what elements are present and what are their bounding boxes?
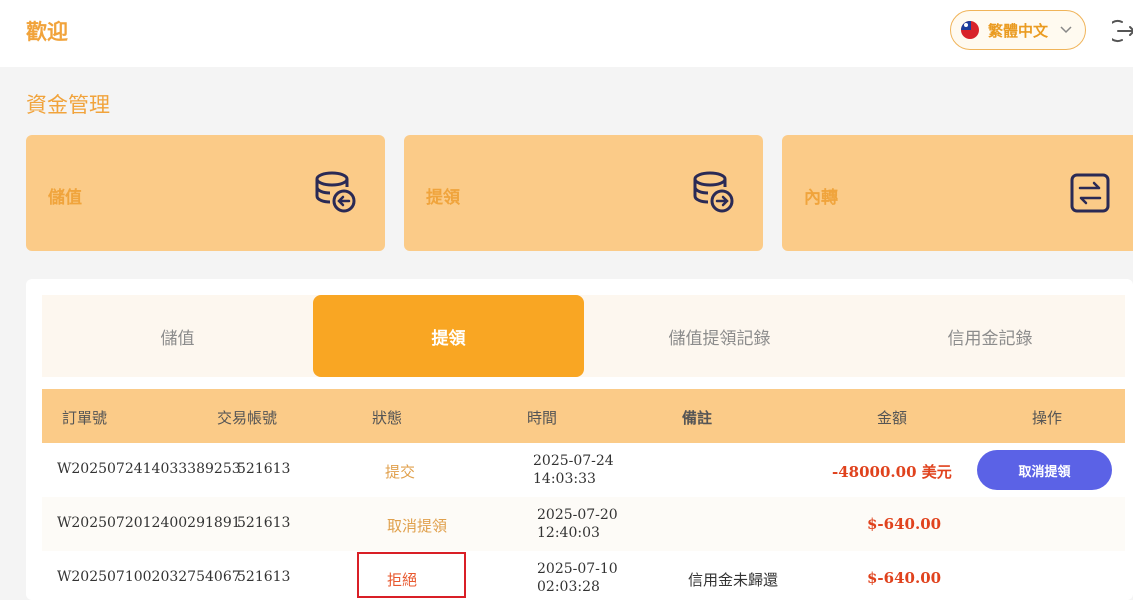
row-time: 12:40:03 xyxy=(537,525,600,541)
status-badge: 取消提領 xyxy=(387,517,448,535)
withdraw-card-label: 提領 xyxy=(426,188,460,208)
order-number: W2025072414033389253 xyxy=(57,461,241,477)
column-amount: 金額 xyxy=(877,409,908,427)
row-note: 信用金未歸還 xyxy=(688,571,779,589)
account-number: 521613 xyxy=(237,515,291,531)
table-row: W2025072414033389253 521613 提交 2025-07-2… xyxy=(42,443,1125,497)
logout-icon[interactable] xyxy=(1112,18,1133,44)
column-note: 備註 xyxy=(682,409,713,427)
row-amount: $-640.00 xyxy=(867,569,942,587)
tab-bar: 儲值 提領 儲值提領記錄 信用金記錄 xyxy=(42,295,1125,377)
row-time: 02:03:28 xyxy=(537,579,600,595)
taiwan-flag-icon xyxy=(961,21,979,39)
brand-title: 歡迎 xyxy=(26,20,68,44)
coins-deposit-icon xyxy=(315,171,356,213)
column-status: 狀態 xyxy=(372,409,403,427)
tab-credit-records[interactable]: 信用金記錄 xyxy=(855,295,1125,377)
page-title: 資金管理 xyxy=(26,93,110,117)
status-badge: 提交 xyxy=(385,463,416,481)
row-date: 2025-07-10 xyxy=(537,561,618,577)
order-number: W2025072012400291891 xyxy=(57,515,241,531)
top-bar: 歡迎 繁體中文 xyxy=(0,0,1133,67)
records-panel: 儲值 提領 儲值提領記錄 信用金記錄 訂單號 交易帳號 狀態 時間 備註 金額 … xyxy=(26,279,1133,600)
deposit-card[interactable]: 儲值 xyxy=(26,135,385,251)
chevron-down-icon xyxy=(1060,26,1072,34)
row-date: 2025-07-20 xyxy=(537,507,618,523)
column-time: 時間 xyxy=(527,409,558,427)
column-account: 交易帳號 xyxy=(217,409,278,427)
tab-withdraw[interactable]: 提領 xyxy=(313,295,584,377)
account-number: 521613 xyxy=(237,569,291,585)
cancel-withdraw-button[interactable]: 取消提領 xyxy=(977,450,1112,490)
order-number: W2025071002032754067 xyxy=(57,569,241,585)
withdraw-card[interactable]: 提領 xyxy=(404,135,763,251)
table-row: W2025072012400291891 521613 取消提領 2025-07… xyxy=(42,497,1125,551)
language-label: 繁體中文 xyxy=(988,21,1049,40)
row-amount: $-640.00 xyxy=(867,515,942,533)
transfer-card[interactable]: 內轉 xyxy=(782,135,1133,251)
account-number: 521613 xyxy=(237,461,291,477)
deposit-card-label: 儲值 xyxy=(48,188,82,208)
coins-withdraw-icon xyxy=(693,171,734,213)
column-order-number: 訂單號 xyxy=(62,409,108,427)
table-row: W2025071002032754067 521613 拒絕 2025-07-1… xyxy=(42,551,1125,600)
tab-deposit[interactable]: 儲值 xyxy=(42,295,313,377)
tab-deposit-withdraw-records[interactable]: 儲值提領記錄 xyxy=(584,295,855,377)
language-select[interactable]: 繁體中文 xyxy=(950,10,1086,50)
row-amount: -48000.00 美元 xyxy=(832,463,952,481)
transfer-card-label: 內轉 xyxy=(804,188,838,208)
table-header: 訂單號 交易帳號 狀態 時間 備註 金額 操作 xyxy=(42,389,1125,443)
column-action: 操作 xyxy=(1032,409,1063,427)
row-date: 2025-07-24 xyxy=(533,453,614,469)
transfer-arrows-icon xyxy=(1070,173,1110,213)
row-time: 14:03:33 xyxy=(533,471,596,487)
status-badge: 拒絕 xyxy=(387,571,418,589)
